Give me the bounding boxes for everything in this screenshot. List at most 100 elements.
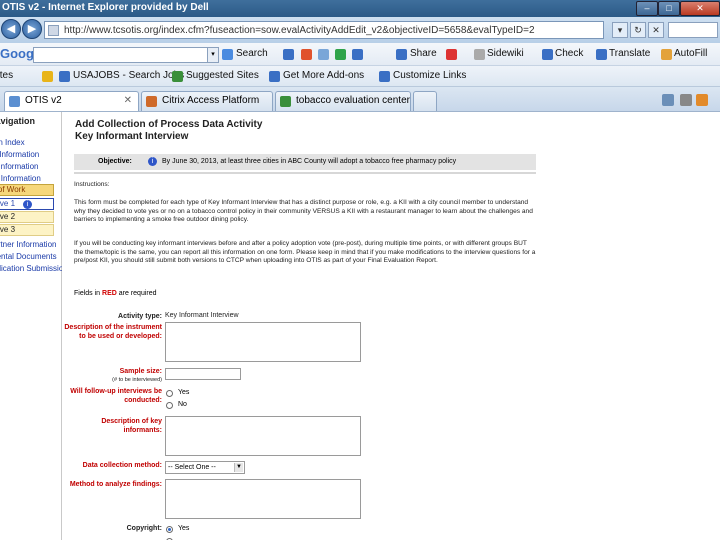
page-icon (48, 25, 59, 36)
copyright-label: Copyright: (126, 525, 162, 532)
pagerank-icon[interactable] (301, 49, 312, 60)
nav-link-supplemental[interactable]: Supplemental Documents (0, 252, 57, 261)
nav-link-submission[interactable]: Application Submission (0, 264, 68, 273)
page-title-line-2: Key Informant Interview (75, 131, 189, 142)
close-icon[interactable]: ✕ (124, 92, 132, 110)
info-icon[interactable]: i (148, 157, 157, 166)
nav-link-plan[interactable]: Plan Information (0, 150, 39, 159)
activity-type-label: Activity type: (118, 313, 162, 320)
window-title: OTIS v2 - Internet Explorer provided by … (2, 2, 209, 13)
nav-link-fund[interactable]: Fund Information (0, 162, 38, 171)
nav-link-index[interactable]: Navigation Index (0, 138, 25, 147)
translate-button[interactable]: Translate (609, 48, 650, 59)
tab-label: tobacco evaluation center... (296, 95, 411, 106)
favorite-link-addons[interactable]: Get More Add-ons (283, 70, 364, 81)
data-collection-value: -- Select One -- (168, 464, 216, 471)
tab-favicon (9, 96, 20, 107)
followup-no-label: No (178, 401, 187, 408)
favorite-link-suggested[interactable]: Suggested Sites (186, 70, 259, 81)
forward-icon[interactable]: ▶ (22, 19, 42, 39)
bookmark-star-icon[interactable] (446, 49, 457, 60)
customize-icon (379, 71, 390, 82)
tab-favicon (280, 96, 291, 107)
news-icon[interactable] (335, 49, 346, 60)
favorites-bar: Favorites USAJOBS - Search Jobs Suggeste… (0, 66, 720, 87)
addons-icon (269, 71, 280, 82)
chevron-down-icon[interactable]: ▾ (207, 47, 219, 63)
description-label: Description of the instrument to be used… (64, 324, 162, 340)
nav-sub-label: Objective 3 (0, 225, 16, 234)
tab-label: Citrix Access Platform (162, 95, 260, 106)
autofill-icon (661, 49, 672, 60)
refresh-icon[interactable]: ↻ (630, 22, 646, 38)
nav-link-partner[interactable]: Partner Information (0, 240, 56, 249)
nav-sub-objective-3[interactable]: Objective 3 (0, 224, 54, 236)
favorites-button[interactable]: Favorites (0, 70, 13, 81)
activity-type-value: Key Informant Interview (165, 312, 239, 319)
main-content: Add Collection of Process Data Activity … (62, 112, 720, 540)
followup-yes-radio[interactable] (166, 390, 173, 397)
page-title-line-1: Add Collection of Process Data Activity (75, 119, 263, 130)
sidewiki-icon (474, 49, 485, 60)
tab-favicon (146, 96, 157, 107)
followup-no-radio[interactable] (166, 402, 173, 409)
google-toolbar: Google ▾ Search Share Sidewiki Check Tra… (0, 43, 720, 66)
description-textarea[interactable] (165, 322, 361, 362)
address-bar[interactable]: http://www.tcsotis.org/index.cfm?fuseact… (44, 21, 604, 39)
google-search-input[interactable] (33, 47, 208, 63)
favorite-link-customize[interactable]: Customize Links (393, 70, 466, 81)
nav-selected-label: Scope of Work (0, 185, 26, 194)
instructions-paragraph-2: If you will be conducting key informant … (74, 240, 536, 264)
bookmark-icon[interactable] (318, 49, 329, 60)
nav-link-contact[interactable]: Contact Information (0, 174, 41, 183)
tab-tobacco[interactable]: tobacco evaluation center... (275, 91, 411, 111)
nav-sub-objective-1[interactable]: Objective 1 i (0, 198, 54, 210)
tab-citrix[interactable]: Citrix Access Platform (141, 91, 273, 111)
tab-otis[interactable]: OTIS v2 ✕ (4, 91, 139, 111)
page-title: Add Collection of Process Data Activity … (75, 119, 262, 143)
star-icon (42, 71, 53, 82)
nav-sub-objective-2[interactable]: Objective 2 (0, 211, 54, 223)
sidewiki-button[interactable]: Sidewiki (487, 48, 524, 59)
key-informants-textarea[interactable] (165, 416, 361, 456)
tools-icon[interactable] (352, 49, 363, 60)
objective-bar: Objective: i By June 30, 2013, at least … (74, 154, 536, 170)
chevron-down-icon[interactable] (680, 94, 692, 106)
data-collection-label: Data collection method: (82, 462, 162, 469)
data-collection-select[interactable]: -- Select One -- ▼ (165, 461, 245, 474)
analyze-label: Method to analyze findings: (69, 481, 162, 488)
nav-sub-label: Objective 1 (0, 199, 16, 208)
tab-row: OTIS v2 ✕ Citrix Access Platform tobacco… (0, 87, 720, 112)
new-tab-button[interactable] (413, 91, 437, 111)
objective-label: Objective: (98, 158, 132, 165)
left-nav: Navigation Navigation Index Plan Informa… (0, 112, 68, 540)
sample-size-hint: (# to be interviewed) (112, 377, 162, 383)
autofill-button[interactable]: AutoFill (674, 48, 707, 59)
sample-size-input[interactable] (165, 368, 241, 380)
globe-icon[interactable] (283, 49, 294, 60)
check-button[interactable]: Check (555, 48, 583, 59)
search-box[interactable] (668, 22, 718, 38)
translate-icon (596, 49, 607, 60)
dropdown-icon[interactable]: ▾ (612, 22, 628, 38)
chevron-down-icon: ▼ (234, 463, 243, 472)
maximize-icon[interactable]: □ (658, 1, 680, 16)
analyze-textarea[interactable] (165, 479, 361, 519)
close-icon[interactable]: ✕ (680, 1, 720, 16)
favorite-link-usajobs[interactable]: USAJOBS - Search Jobs (73, 70, 184, 81)
home-icon[interactable] (662, 94, 674, 106)
required-word: RED (102, 290, 117, 297)
instructions-heading: Instructions: (74, 181, 110, 188)
rss-icon[interactable] (696, 94, 708, 106)
share-button[interactable]: Share (410, 48, 437, 59)
copyright-yes-radio[interactable] (166, 526, 173, 533)
url-text: http://www.tcsotis.org/index.cfm?fuseact… (64, 25, 535, 36)
copyright-yes-label: Yes (178, 525, 190, 532)
nav-selected-scope[interactable]: Scope of Work (0, 184, 54, 196)
google-search-button[interactable]: Search (236, 48, 268, 59)
nav-sub-label: Objective 2 (0, 212, 16, 221)
minimize-icon[interactable]: – (636, 1, 658, 16)
nav-heading: Navigation (0, 116, 36, 126)
stop-icon[interactable]: ✕ (648, 22, 664, 38)
back-icon[interactable]: ◀ (1, 19, 21, 39)
